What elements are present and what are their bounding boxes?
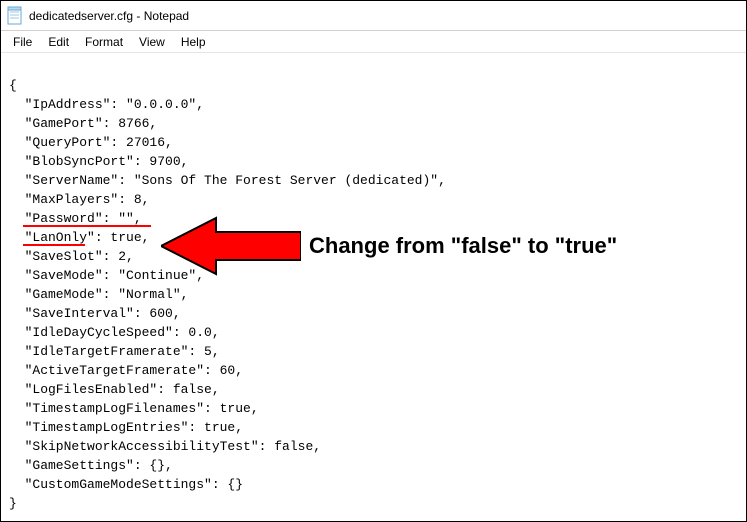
editor-content[interactable]: { "IpAddress": "0.0.0.0", "GamePort": 87… xyxy=(1,53,746,517)
code-line: "LogFilesEnabled": false, xyxy=(9,382,220,397)
callout-text: Change from "false" to "true" xyxy=(309,233,617,259)
menu-edit[interactable]: Edit xyxy=(40,33,77,51)
code-line: "ActiveTargetFramerate": 60, xyxy=(9,363,243,378)
menu-file[interactable]: File xyxy=(5,33,40,51)
code-line: "CustomGameModeSettings": {} xyxy=(9,477,243,492)
code-line: "TimestampLogFilenames": true, xyxy=(9,401,259,416)
code-line: { xyxy=(9,78,17,93)
code-line: } xyxy=(9,496,17,511)
arrow-left-icon xyxy=(161,216,301,276)
code-line: "IpAddress": "0.0.0.0", xyxy=(9,97,204,112)
menubar: File Edit Format View Help xyxy=(1,31,746,53)
code-line: "LanOnly": true, xyxy=(9,230,149,245)
code-line: "Password": "", xyxy=(9,211,142,226)
code-line: "GamePort": 8766, xyxy=(9,116,157,131)
code-line: "SaveInterval": 600, xyxy=(9,306,181,321)
code-line: "SaveSlot": 2, xyxy=(9,249,134,264)
code-line: "IdleTargetFramerate": 5, xyxy=(9,344,220,359)
code-line: "GameSettings": {}, xyxy=(9,458,173,473)
notepad-icon xyxy=(7,6,23,26)
highlight-underline xyxy=(23,225,151,227)
code-line: "QueryPort": 27016, xyxy=(9,135,173,150)
menu-view[interactable]: View xyxy=(131,33,173,51)
window-title: dedicatedserver.cfg - Notepad xyxy=(29,9,189,23)
code-line: "ServerName": "Sons Of The Forest Server… xyxy=(9,173,446,188)
code-line: "BlobSyncPort": 9700, xyxy=(9,154,188,169)
code-line: "TimestampLogEntries": true, xyxy=(9,420,243,435)
code-line: "IdleDayCycleSpeed": 0.0, xyxy=(9,325,220,340)
code-line: "GameMode": "Normal", xyxy=(9,287,188,302)
code-line: "SkipNetworkAccessibilityTest": false, xyxy=(9,439,321,454)
menu-format[interactable]: Format xyxy=(77,33,131,51)
highlight-underline xyxy=(23,244,85,246)
titlebar: dedicatedserver.cfg - Notepad xyxy=(1,1,746,31)
callout-annotation: Change from "false" to "true" xyxy=(161,216,617,276)
menu-help[interactable]: Help xyxy=(173,33,214,51)
code-line: "MaxPlayers": 8, xyxy=(9,192,149,207)
